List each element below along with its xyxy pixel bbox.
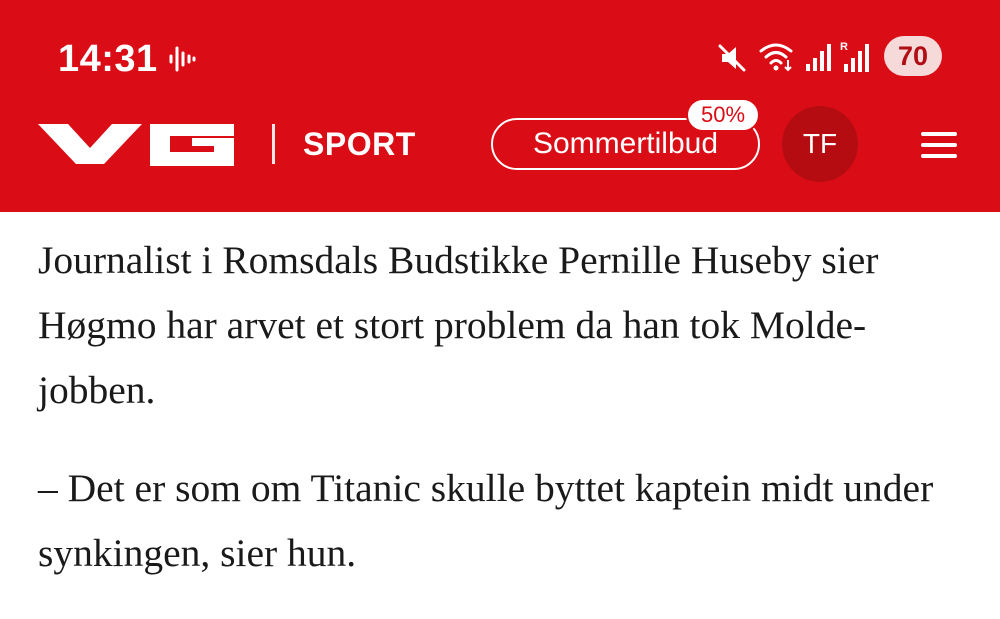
svg-text:R: R: [840, 41, 848, 53]
signal-roaming-icon: R: [840, 41, 869, 72]
wifi-icon: [759, 43, 793, 72]
article-paragraph: Journalist i Romsdals Budstikke Pernille…: [38, 238, 879, 412]
logo-divider: [272, 124, 275, 164]
hamburger-menu-icon[interactable]: [920, 130, 958, 160]
voice-activity-icon: [169, 46, 196, 72]
signal-icon: [806, 44, 831, 71]
app-header: 14:31 R 70 SPORT Sommertilbud 50% TF: [0, 0, 1000, 212]
user-avatar[interactable]: TF: [782, 106, 858, 182]
mute-icon: [718, 44, 746, 72]
summer-offer-label: Sommertilbud: [532, 127, 719, 160]
status-time: 14:31: [58, 38, 158, 80]
section-label[interactable]: SPORT: [303, 126, 416, 163]
article-body: Journalist i Romsdals Budstikke Pernille…: [38, 228, 978, 619]
vg-logo[interactable]: [38, 124, 236, 166]
article-paragraph: – Det er som om Titanic skulle byttet ka…: [38, 466, 934, 575]
discount-badge: 50%: [686, 98, 760, 132]
battery-level-badge: 70: [884, 36, 942, 76]
avatar-initials: TF: [802, 128, 838, 159]
